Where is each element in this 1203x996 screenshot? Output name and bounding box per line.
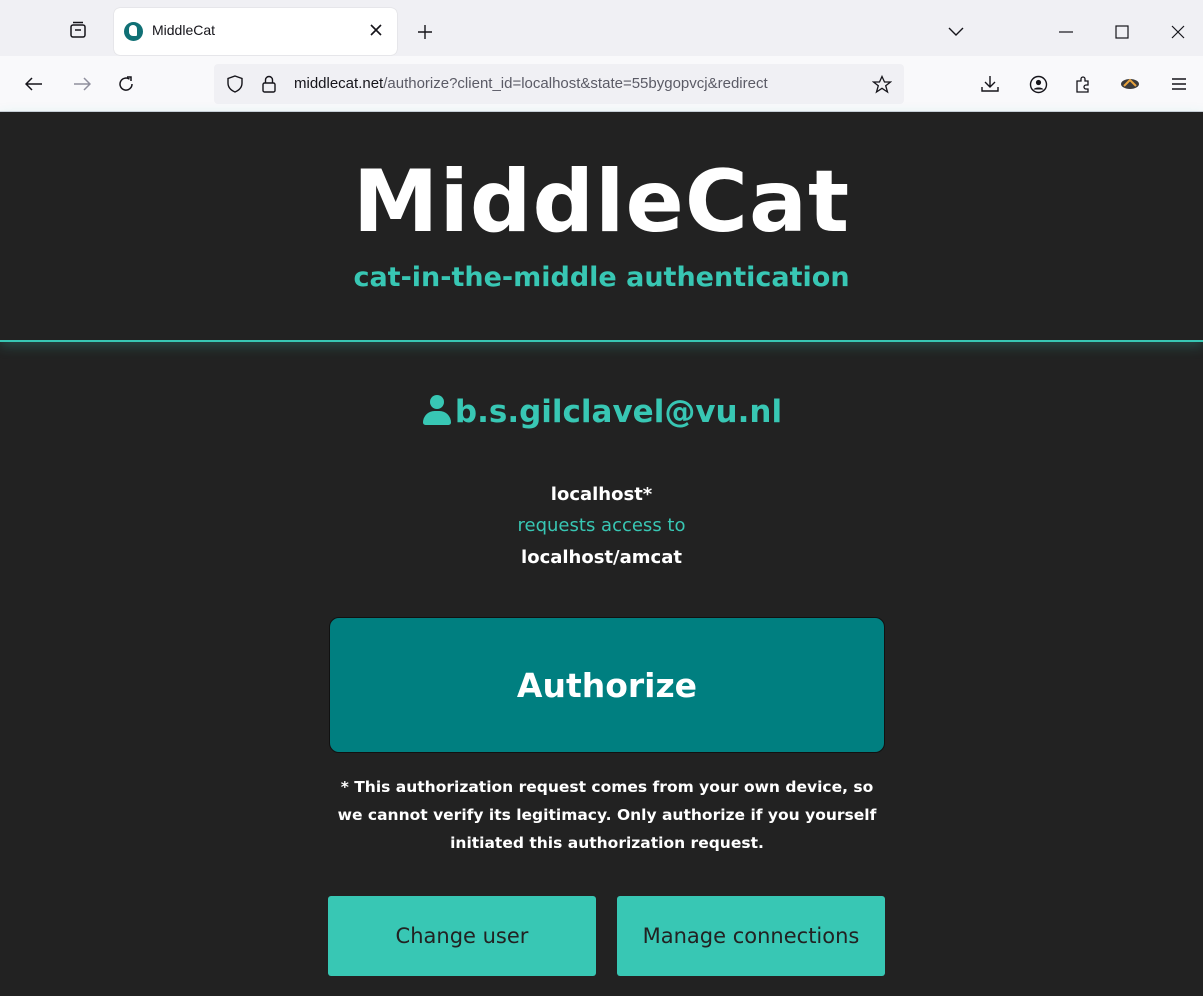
requests-access-text: requests access to xyxy=(517,515,686,536)
list-tabs-chevron-down-icon[interactable] xyxy=(944,20,968,44)
new-tab-icon[interactable] xyxy=(413,20,437,44)
user-email: b.s.gilclavel@vu.nl xyxy=(454,394,783,430)
forward-arrow-icon[interactable] xyxy=(70,72,94,96)
change-user-button[interactable]: Change user xyxy=(328,896,596,976)
brand-title: MiddleCat xyxy=(352,152,851,252)
extensions-puzzle-icon[interactable] xyxy=(1071,72,1095,96)
bookmark-star-icon[interactable] xyxy=(870,73,894,95)
tab-bar: MiddleCat xyxy=(0,0,1203,56)
middlecat-favicon-icon xyxy=(124,22,143,41)
maximize-icon[interactable] xyxy=(1110,20,1134,44)
back-arrow-icon[interactable] xyxy=(22,72,46,96)
url-text[interactable]: middlecat.net/authorize?client_id=localh… xyxy=(294,75,864,92)
resource-name: localhost/amcat xyxy=(521,547,682,568)
close-tab-icon[interactable] xyxy=(365,19,387,41)
manage-connections-button[interactable]: Manage connections xyxy=(617,896,885,976)
brand-tagline: cat-in-the-middle authentication xyxy=(353,262,850,293)
client-name: localhost* xyxy=(550,484,653,505)
url-host: middlecat.net xyxy=(294,75,384,92)
user-identity: b.s.gilclavel@vu.nl xyxy=(0,394,1203,430)
url-bar[interactable]: middlecat.net/authorize?client_id=localh… xyxy=(214,64,904,104)
minimize-icon[interactable] xyxy=(1054,20,1078,44)
tab-title: MiddleCat xyxy=(152,22,216,38)
tab-middlecat[interactable]: MiddleCat xyxy=(114,8,397,55)
user-icon xyxy=(421,395,453,425)
lock-icon[interactable] xyxy=(258,73,280,95)
tab-groups-icon[interactable] xyxy=(66,18,90,42)
navigation-bar: middlecat.net/authorize?client_id=localh… xyxy=(0,56,1203,112)
authorization-warning-note: * This authorization request comes from … xyxy=(337,778,877,852)
url-path: /authorize?client_id=localhost&state=55b… xyxy=(383,75,768,92)
app-menu-hamburger-icon[interactable] xyxy=(1167,72,1191,96)
authorize-button[interactable]: Authorize xyxy=(329,617,885,753)
extension-icon[interactable] xyxy=(1118,72,1142,96)
site-header: MiddleCat cat-in-the-middle authenticati… xyxy=(0,112,1203,342)
reload-icon[interactable] xyxy=(114,72,138,96)
tracking-protection-shield-icon[interactable] xyxy=(224,73,246,95)
browser-chrome: MiddleCat middlecat.net/authorize?client… xyxy=(0,0,1203,112)
close-window-icon[interactable] xyxy=(1166,20,1190,44)
account-icon[interactable] xyxy=(1026,72,1050,96)
downloads-icon[interactable] xyxy=(978,72,1002,96)
page-content: MiddleCat cat-in-the-middle authenticati… xyxy=(0,112,1203,996)
